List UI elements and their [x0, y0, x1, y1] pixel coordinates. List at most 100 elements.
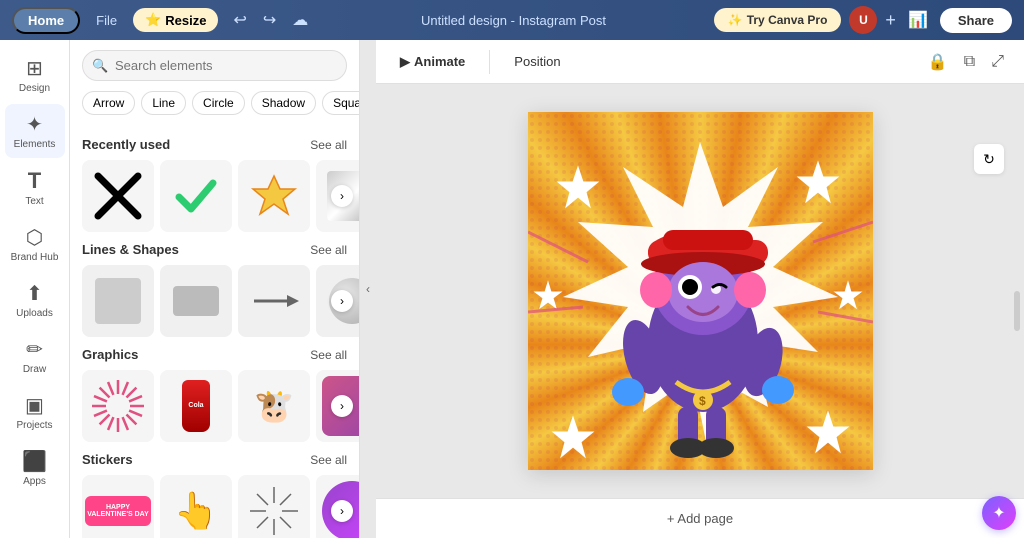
text-icon: T [28, 168, 41, 194]
canvas-refresh-button[interactable]: ↻ [974, 144, 1004, 174]
filter-tag-line[interactable]: Line [141, 91, 186, 115]
animate-icon: ▶ [400, 54, 410, 70]
duplicate-button[interactable]: ⧉ [960, 48, 979, 76]
recently-used-more[interactable]: › [331, 185, 353, 207]
expand-button[interactable]: ⤢ [987, 48, 1008, 76]
stickers-grid: HAPPY VALENTINE'S DAY 👆 [82, 475, 347, 538]
design-icon: ⊞ [26, 56, 43, 81]
main-area: ⊞ Design ✦ Elements T Text ⬡ Brand Hub ⬆… [0, 40, 1024, 538]
search-input[interactable] [82, 50, 347, 81]
sidebar-item-elements[interactable]: ✦ Elements [5, 104, 65, 158]
add-page-bar[interactable]: + Add page [376, 498, 1024, 538]
graphics-see-all[interactable]: See all [310, 348, 347, 362]
filter-tag-square[interactable]: Squa... [322, 91, 359, 115]
sidebar-item-text[interactable]: T Text [5, 160, 65, 215]
topbar: Home File ⭐ Resize ↩ ↪ ☁ Untitled design… [0, 0, 1024, 40]
recent-item-check[interactable] [160, 160, 232, 232]
add-member-button[interactable]: + [885, 10, 896, 31]
filter-tag-shadow[interactable]: Shadow [251, 91, 316, 115]
filter-tag-arrow[interactable]: Arrow [82, 91, 135, 115]
sticker-item-hand[interactable]: 👆 [160, 475, 232, 538]
canvas-content: $ [528, 112, 873, 470]
projects-icon: ▣ [25, 393, 44, 418]
elements-panel: 🔍 Arrow Line Circle Shadow Squa... › Rec… [70, 40, 360, 538]
scroll-handle[interactable] [1014, 291, 1020, 331]
shapes-grid: › [82, 265, 347, 337]
lines-shapes-header: Lines & Shapes See all [82, 242, 347, 257]
svg-text:$: $ [699, 394, 706, 408]
draw-icon: ✏ [26, 337, 43, 362]
undo-redo-icons: ↩ ↪ ☁ [228, 8, 313, 32]
graphic-item-cola[interactable]: Cola [160, 370, 232, 442]
lock-button[interactable]: 🔒 [924, 48, 952, 76]
sidebar-item-design[interactable]: ⊞ Design [5, 48, 65, 102]
avatar[interactable]: U [849, 6, 877, 34]
resize-emoji: ⭐ [145, 12, 161, 28]
recently-used-see-all[interactable]: See all [310, 138, 347, 152]
graphics-title: Graphics [82, 347, 138, 362]
panel-scroll[interactable]: Recently used See all [70, 119, 359, 538]
stickers-header: Stickers See all [82, 452, 347, 467]
elements-icon: ✦ [26, 112, 43, 137]
sidebar-item-apps[interactable]: ⬛ Apps [5, 441, 65, 495]
home-tab[interactable]: Home [12, 7, 80, 34]
uploads-icon: ⬆ [26, 281, 43, 306]
undo-button[interactable]: ↩ [228, 8, 251, 32]
canvas-area: ▶ Animate Position 🔒 ⧉ ⤢ ↻ [376, 40, 1024, 538]
sidebar-item-uploads[interactable]: ⬆ Uploads [5, 273, 65, 327]
brand-hub-icon: ⬡ [26, 225, 43, 250]
filter-tags: Arrow Line Circle Shadow Squa... › [70, 87, 359, 119]
recently-used-grid: › [82, 160, 347, 232]
resize-button[interactable]: ⭐ Resize [133, 8, 218, 32]
canvas-toolbar: ▶ Animate Position 🔒 ⧉ ⤢ [376, 40, 1024, 84]
recent-item-star[interactable] [238, 160, 310, 232]
document-title: Untitled design - Instagram Post [321, 13, 705, 28]
search-bar: 🔍 [70, 40, 359, 87]
shape-item-line-arrow[interactable] [238, 265, 310, 337]
filter-tag-circle[interactable]: Circle [192, 91, 245, 115]
stickers-see-all[interactable]: See all [310, 453, 347, 467]
recently-used-title: Recently used [82, 137, 170, 152]
cloud-button[interactable]: ☁ [287, 8, 313, 32]
animate-button[interactable]: ▶ Animate [392, 50, 473, 74]
canvas-top-tools: ↻ [974, 144, 1004, 174]
graphics-grid: Cola 🐮 › [82, 370, 347, 442]
sticker-item-valentine[interactable]: HAPPY VALENTINE'S DAY [82, 475, 154, 538]
apps-icon: ⬛ [22, 449, 47, 474]
file-tab[interactable]: File [86, 9, 127, 32]
analytics-button[interactable]: 📊 [904, 6, 932, 34]
shape-item-square[interactable] [82, 265, 154, 337]
stickers-more[interactable]: › [331, 500, 353, 522]
search-icon: 🔍 [92, 58, 108, 74]
sidebar-item-draw[interactable]: ✏ Draw [5, 329, 65, 383]
canvas-frame: $ [528, 112, 873, 470]
sparkle-button[interactable]: ✦ [982, 496, 1016, 530]
topbar-right: ✨ Try Canva Pro U + 📊 Share [714, 6, 1012, 34]
sidebar-item-brand-hub[interactable]: ⬡ Brand Hub [5, 217, 65, 271]
sidebar-item-projects[interactable]: ▣ Projects [5, 385, 65, 439]
topbar-left: Home File ⭐ Resize ↩ ↪ ☁ [12, 7, 313, 34]
stickers-title: Stickers [82, 452, 133, 467]
lines-shapes-see-all[interactable]: See all [310, 243, 347, 257]
toolbar-divider [489, 50, 490, 74]
canvas-body[interactable]: ↻ [376, 84, 1024, 498]
position-button[interactable]: Position [506, 50, 568, 73]
shape-item-rect[interactable] [160, 265, 232, 337]
recent-item-x[interactable] [82, 160, 154, 232]
toolbar-right: 🔒 ⧉ ⤢ [924, 48, 1008, 76]
search-wrap: 🔍 [82, 50, 347, 81]
redo-button[interactable]: ↪ [258, 8, 281, 32]
try-canva-button[interactable]: ✨ Try Canva Pro [714, 8, 842, 32]
canvas-artwork: $ [528, 112, 873, 470]
shapes-more[interactable]: › [331, 290, 353, 312]
graphic-item-bull[interactable]: 🐮 [238, 370, 310, 442]
graphics-header: Graphics See all [82, 347, 347, 362]
hide-panel-button[interactable]: ‹ [360, 40, 376, 538]
graphic-item-sunburst[interactable] [82, 370, 154, 442]
graphics-more[interactable]: › [331, 395, 353, 417]
try-canva-emoji: ✨ [728, 13, 743, 27]
share-button[interactable]: Share [940, 8, 1012, 33]
icon-sidebar: ⊞ Design ✦ Elements T Text ⬡ Brand Hub ⬆… [0, 40, 70, 538]
sticker-item-sparkle[interactable] [238, 475, 310, 538]
recently-used-header: Recently used See all [82, 137, 347, 152]
